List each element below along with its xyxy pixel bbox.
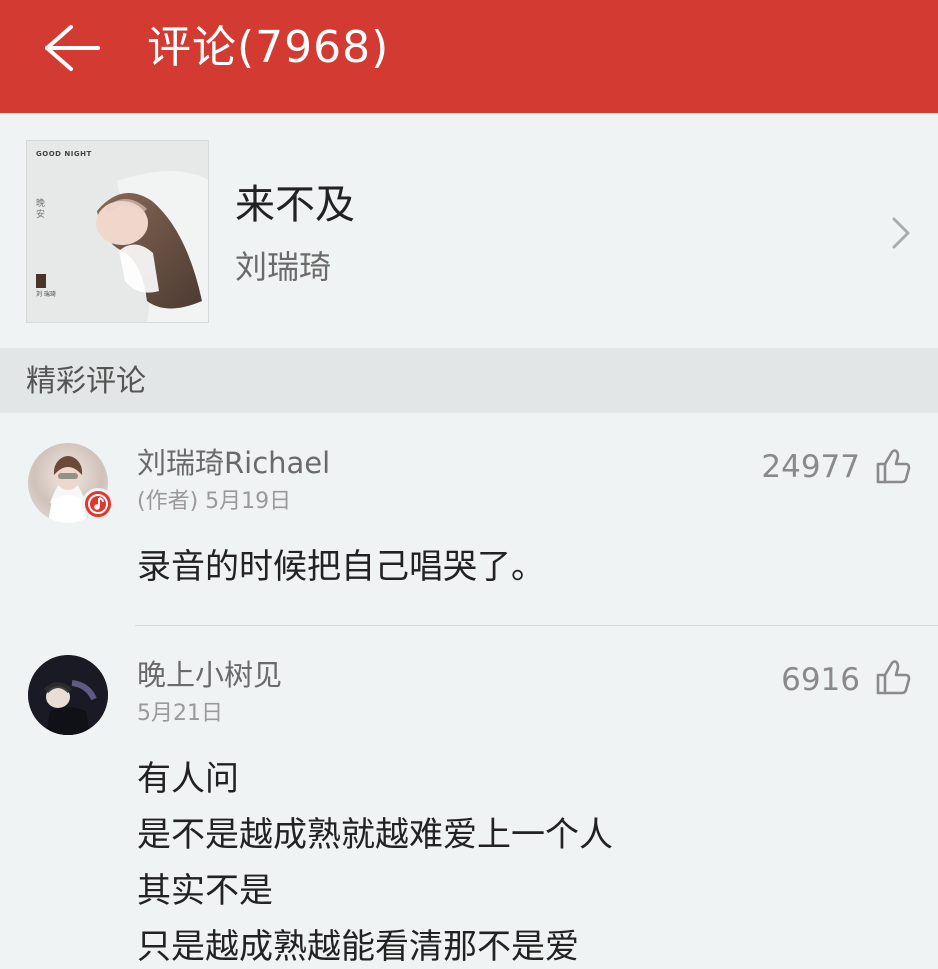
song-artist: 刘瑞琦 bbox=[235, 248, 332, 286]
comment-item: 晚上小树见 5月21日 6916 有人问 是不是越成熟就越难爱上一个人 其实不是… bbox=[0, 627, 938, 969]
comment-username[interactable]: 晚上小树见 bbox=[137, 657, 282, 693]
thumbs-up-icon[interactable] bbox=[872, 657, 914, 699]
chevron-right-icon[interactable] bbox=[886, 213, 916, 253]
user-avatar-image bbox=[28, 655, 108, 735]
back-button[interactable] bbox=[38, 18, 108, 78]
page-title: 评论(7968) bbox=[147, 22, 390, 73]
comment-username[interactable]: 刘瑞琦Richael bbox=[137, 445, 330, 481]
avatar[interactable] bbox=[28, 655, 108, 735]
back-arrow-icon bbox=[45, 25, 100, 71]
section-title: 精彩评论 bbox=[26, 364, 146, 399]
cover-small-text: 刘 瑞琦 bbox=[36, 291, 56, 298]
like-count: 24977 bbox=[761, 449, 860, 485]
comment-meta: (作者) 5月19日 bbox=[137, 489, 292, 514]
divider bbox=[135, 625, 938, 626]
comments-screen: 评论(7968) GOOD NIGHT 晚安 刘 瑞琦 来不及 刘瑞琦 精彩评论… bbox=[0, 0, 938, 969]
comment-text: 录音的时候把自己唱哭了。 bbox=[137, 547, 545, 587]
music-note-icon bbox=[82, 488, 114, 520]
cover-top-text: GOOD NIGHT bbox=[36, 150, 92, 158]
cover-side-text: 晚安 bbox=[36, 199, 46, 220]
comment-text: 有人问 是不是越成熟就越难爱上一个人 其实不是 只是越成熟越能看清那不是爱 bbox=[137, 759, 613, 967]
comment-meta: 5月21日 bbox=[137, 701, 223, 726]
comment-item: 刘瑞琦Richael (作者) 5月19日 24977 录音的时候把自己唱哭了。 bbox=[0, 413, 938, 627]
song-card[interactable]: GOOD NIGHT 晚安 刘 瑞琦 来不及 刘瑞琦 bbox=[0, 113, 938, 348]
album-cover[interactable]: GOOD NIGHT 晚安 刘 瑞琦 bbox=[26, 140, 209, 323]
top-app-bar: 评论(7968) bbox=[0, 0, 938, 113]
thumbs-up-icon[interactable] bbox=[872, 446, 914, 488]
like-count: 6916 bbox=[781, 662, 860, 698]
song-title: 来不及 bbox=[235, 182, 355, 228]
section-header: 精彩评论 bbox=[0, 348, 938, 413]
cover-accent-block bbox=[36, 274, 46, 288]
